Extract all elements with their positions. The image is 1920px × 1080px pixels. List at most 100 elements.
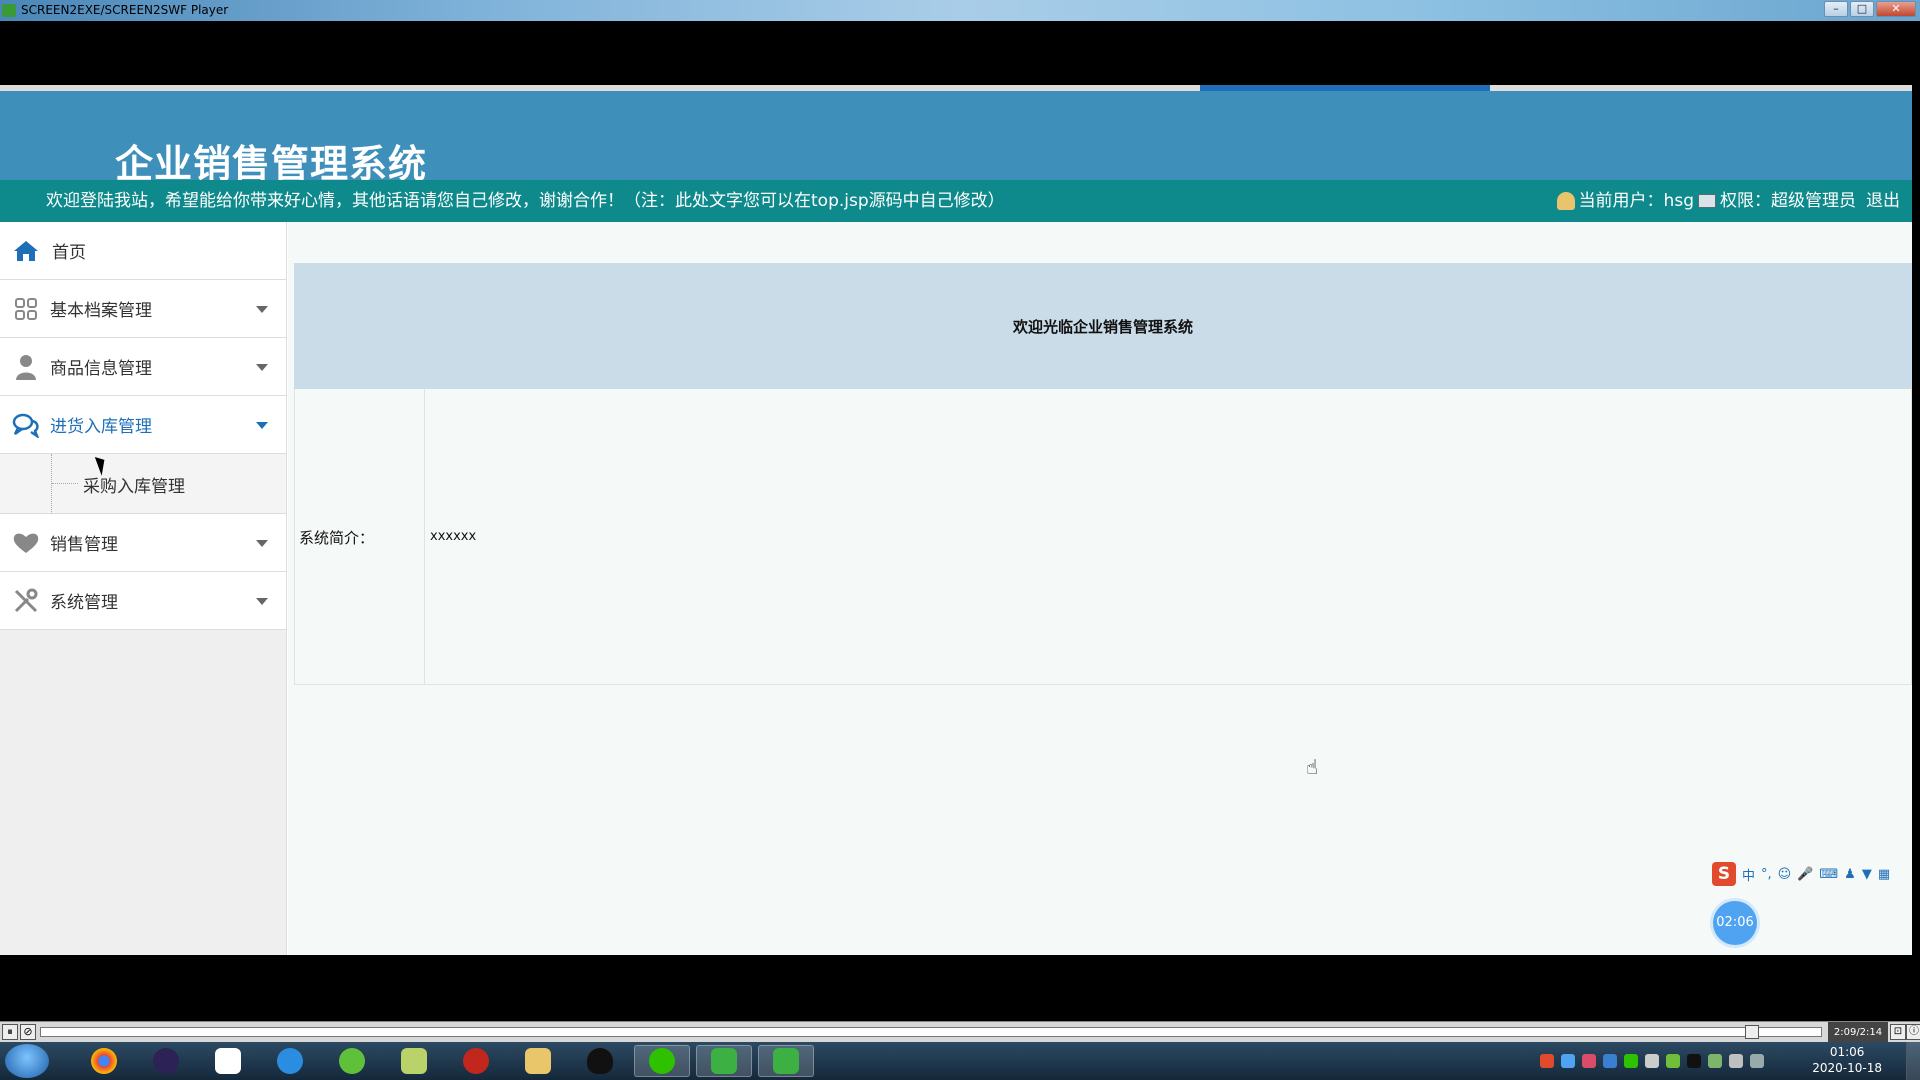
player-app-icon xyxy=(2,4,16,17)
current-user: 当前用户：hsg xyxy=(1578,191,1694,211)
main-content: 欢迎光临企业销售管理系统 系统简介： xxxxxx xyxy=(288,222,1912,955)
sidebar-item-label: 销售管理 xyxy=(50,535,118,555)
tree-branch xyxy=(52,483,78,484)
punctuation-icon[interactable]: °, xyxy=(1761,867,1772,882)
system-tray xyxy=(1540,1042,1830,1080)
user-info: 当前用户：hsg 权限：超级管理员 退出 xyxy=(1556,180,1900,222)
tools-icon xyxy=(12,587,40,615)
intro-table: 系统简介： xxxxxx xyxy=(294,389,1912,685)
window-controls: – □ ✕ xyxy=(1824,1,1916,17)
shield-icon[interactable] xyxy=(1603,1054,1617,1068)
sogou-ime-icon[interactable]: S xyxy=(1712,862,1736,886)
taskbar-video-player[interactable] xyxy=(696,1045,752,1077)
start-button[interactable] xyxy=(5,1044,49,1078)
sidebar-item-basic-archive[interactable]: 基本档案管理 xyxy=(0,280,286,338)
sidebar-subitem-label: 采购入库管理 xyxy=(83,477,185,497)
emoji-icon[interactable]: ☺ xyxy=(1778,867,1792,882)
video-player-icon xyxy=(711,1048,737,1074)
skin-icon[interactable]: ▼ xyxy=(1862,867,1872,882)
eclipse-icon xyxy=(153,1048,179,1074)
taskbar-wechat[interactable] xyxy=(634,1045,690,1077)
sidebar-subitem-purchase-inbound[interactable]: 采购入库管理 xyxy=(0,454,286,514)
grid-icon xyxy=(12,295,40,323)
player-titlebar: SCREEN2EXE/SCREEN2SWF Player – □ ✕ xyxy=(0,0,1920,21)
clock-date: 2020-10-18 xyxy=(1812,1061,1882,1075)
seek-track[interactable] xyxy=(40,1027,1822,1037)
volume-icon[interactable] xyxy=(1729,1054,1743,1068)
tray-app-icon[interactable] xyxy=(1666,1054,1680,1068)
taskbar-chrome[interactable] xyxy=(76,1045,132,1077)
taskbar-eclipse[interactable] xyxy=(138,1045,194,1077)
stop-button[interactable]: ⊘ xyxy=(20,1024,36,1040)
chat-icon xyxy=(12,411,40,439)
logout-link[interactable]: 退出 xyxy=(1866,180,1900,222)
taskbar-baidu-netdisk[interactable] xyxy=(200,1045,256,1077)
user-icon xyxy=(12,353,40,381)
action-center-icon[interactable] xyxy=(1750,1054,1764,1068)
taskbar-qq[interactable] xyxy=(572,1045,628,1077)
recording-timer[interactable]: 02:06 xyxy=(1713,901,1757,945)
arrow-tray-icon[interactable] xyxy=(1645,1054,1659,1068)
sidebar-item-label: 商品信息管理 xyxy=(50,359,152,379)
minimize-button[interactable]: – xyxy=(1824,1,1848,17)
keyboard-icon[interactable]: ⌨ xyxy=(1819,867,1838,882)
chevron-down-icon xyxy=(256,598,268,605)
permission-icon xyxy=(1698,194,1716,208)
taskbar-video-player-2[interactable] xyxy=(758,1045,814,1077)
fullscreen-button[interactable]: ⊡ xyxy=(1890,1024,1906,1040)
taskbar: 01:06 2020-10-18 xyxy=(0,1042,1920,1080)
intro-label-cell: 系统简介： xyxy=(295,389,425,685)
maximize-button[interactable]: □ xyxy=(1850,1,1874,17)
seek-thumb[interactable] xyxy=(1745,1025,1759,1039)
intro-value: xxxxxx xyxy=(430,529,477,544)
ime-mode[interactable]: 中 xyxy=(1742,865,1755,884)
welcome-heading: 欢迎光临企业销售管理系统 xyxy=(294,263,1912,389)
taskbar-qq-browser[interactable] xyxy=(262,1045,318,1077)
window-title: SCREEN2EXE/SCREEN2SWF Player xyxy=(21,3,229,17)
sidebar-item-system[interactable]: 系统管理 xyxy=(0,572,286,630)
intro-label: 系统简介： xyxy=(299,529,375,547)
qq-icon xyxy=(587,1048,613,1074)
qq-browser-icon xyxy=(277,1048,303,1074)
sogou-tray-icon[interactable] xyxy=(1540,1054,1554,1068)
clock[interactable]: 01:06 2020-10-18 xyxy=(1812,1044,1882,1076)
permission-label: 权限：超级管理员 xyxy=(1720,191,1856,211)
chevron-down-icon xyxy=(256,422,268,429)
taskbar-flash[interactable] xyxy=(448,1045,504,1077)
file-explorer-icon xyxy=(525,1048,551,1074)
qq-tray-icon[interactable] xyxy=(1687,1054,1701,1068)
close-button[interactable]: ✕ xyxy=(1876,1,1916,17)
sidebar-item-purchase-stock[interactable]: 进货入库管理 xyxy=(0,396,286,454)
heart-icon xyxy=(12,529,40,557)
sidebar-item-sales[interactable]: 销售管理 xyxy=(0,514,286,572)
app-header: 企业销售管理系统 xyxy=(0,91,1912,186)
microphone-icon[interactable]: 🎤 xyxy=(1797,867,1813,882)
wechat-icon xyxy=(649,1048,675,1074)
show-desktop-button[interactable] xyxy=(1906,1042,1920,1080)
chrome-icon xyxy=(91,1048,117,1074)
network-icon[interactable] xyxy=(1708,1054,1722,1068)
web-app: 企业销售管理系统 欢迎登陆我站，希望能给你带来好心情，其他话语请您自己修改，谢谢… xyxy=(0,85,1912,955)
wechat-tray-icon[interactable] xyxy=(1624,1054,1638,1068)
user-icon xyxy=(1556,192,1575,210)
taskbar-editor[interactable] xyxy=(386,1045,442,1077)
pause-button[interactable]: ⏸ xyxy=(2,1024,18,1040)
info-button[interactable]: ⓘ xyxy=(1906,1024,1920,1040)
tray-app-icon[interactable] xyxy=(1582,1054,1596,1068)
chevron-down-icon xyxy=(256,540,268,547)
welcome-message: 欢迎登陆我站，希望能给你带来好心情，其他话语请您自己修改，谢谢合作！（注：此处文… xyxy=(46,191,1005,211)
ime-toolbar[interactable]: S 中 °, ☺ 🎤 ⌨ ♟ ▼ ▦ xyxy=(1712,861,1912,887)
taskbar-explorer[interactable] xyxy=(510,1045,566,1077)
flash-icon xyxy=(463,1048,489,1074)
user-icon[interactable]: ♟ xyxy=(1844,867,1856,882)
sidebar-item-home[interactable]: 首页 xyxy=(0,222,286,280)
video-player-icon-2 xyxy=(773,1048,799,1074)
tray-app-icon[interactable] xyxy=(1561,1054,1575,1068)
info-bar: 欢迎登陆我站，希望能给你带来好心情，其他话语请您自己修改，谢谢合作！（注：此处文… xyxy=(0,180,1912,222)
taskbar-360[interactable] xyxy=(324,1045,380,1077)
video-stage: 企业销售管理系统 欢迎登陆我站，希望能给你带来好心情，其他话语请您自己修改，谢谢… xyxy=(0,21,1920,1021)
sidebar-item-label: 首页 xyxy=(52,243,86,263)
sidebar-item-product-info[interactable]: 商品信息管理 xyxy=(0,338,286,396)
tree-line xyxy=(51,454,52,514)
menu-grid-icon[interactable]: ▦ xyxy=(1878,867,1890,882)
